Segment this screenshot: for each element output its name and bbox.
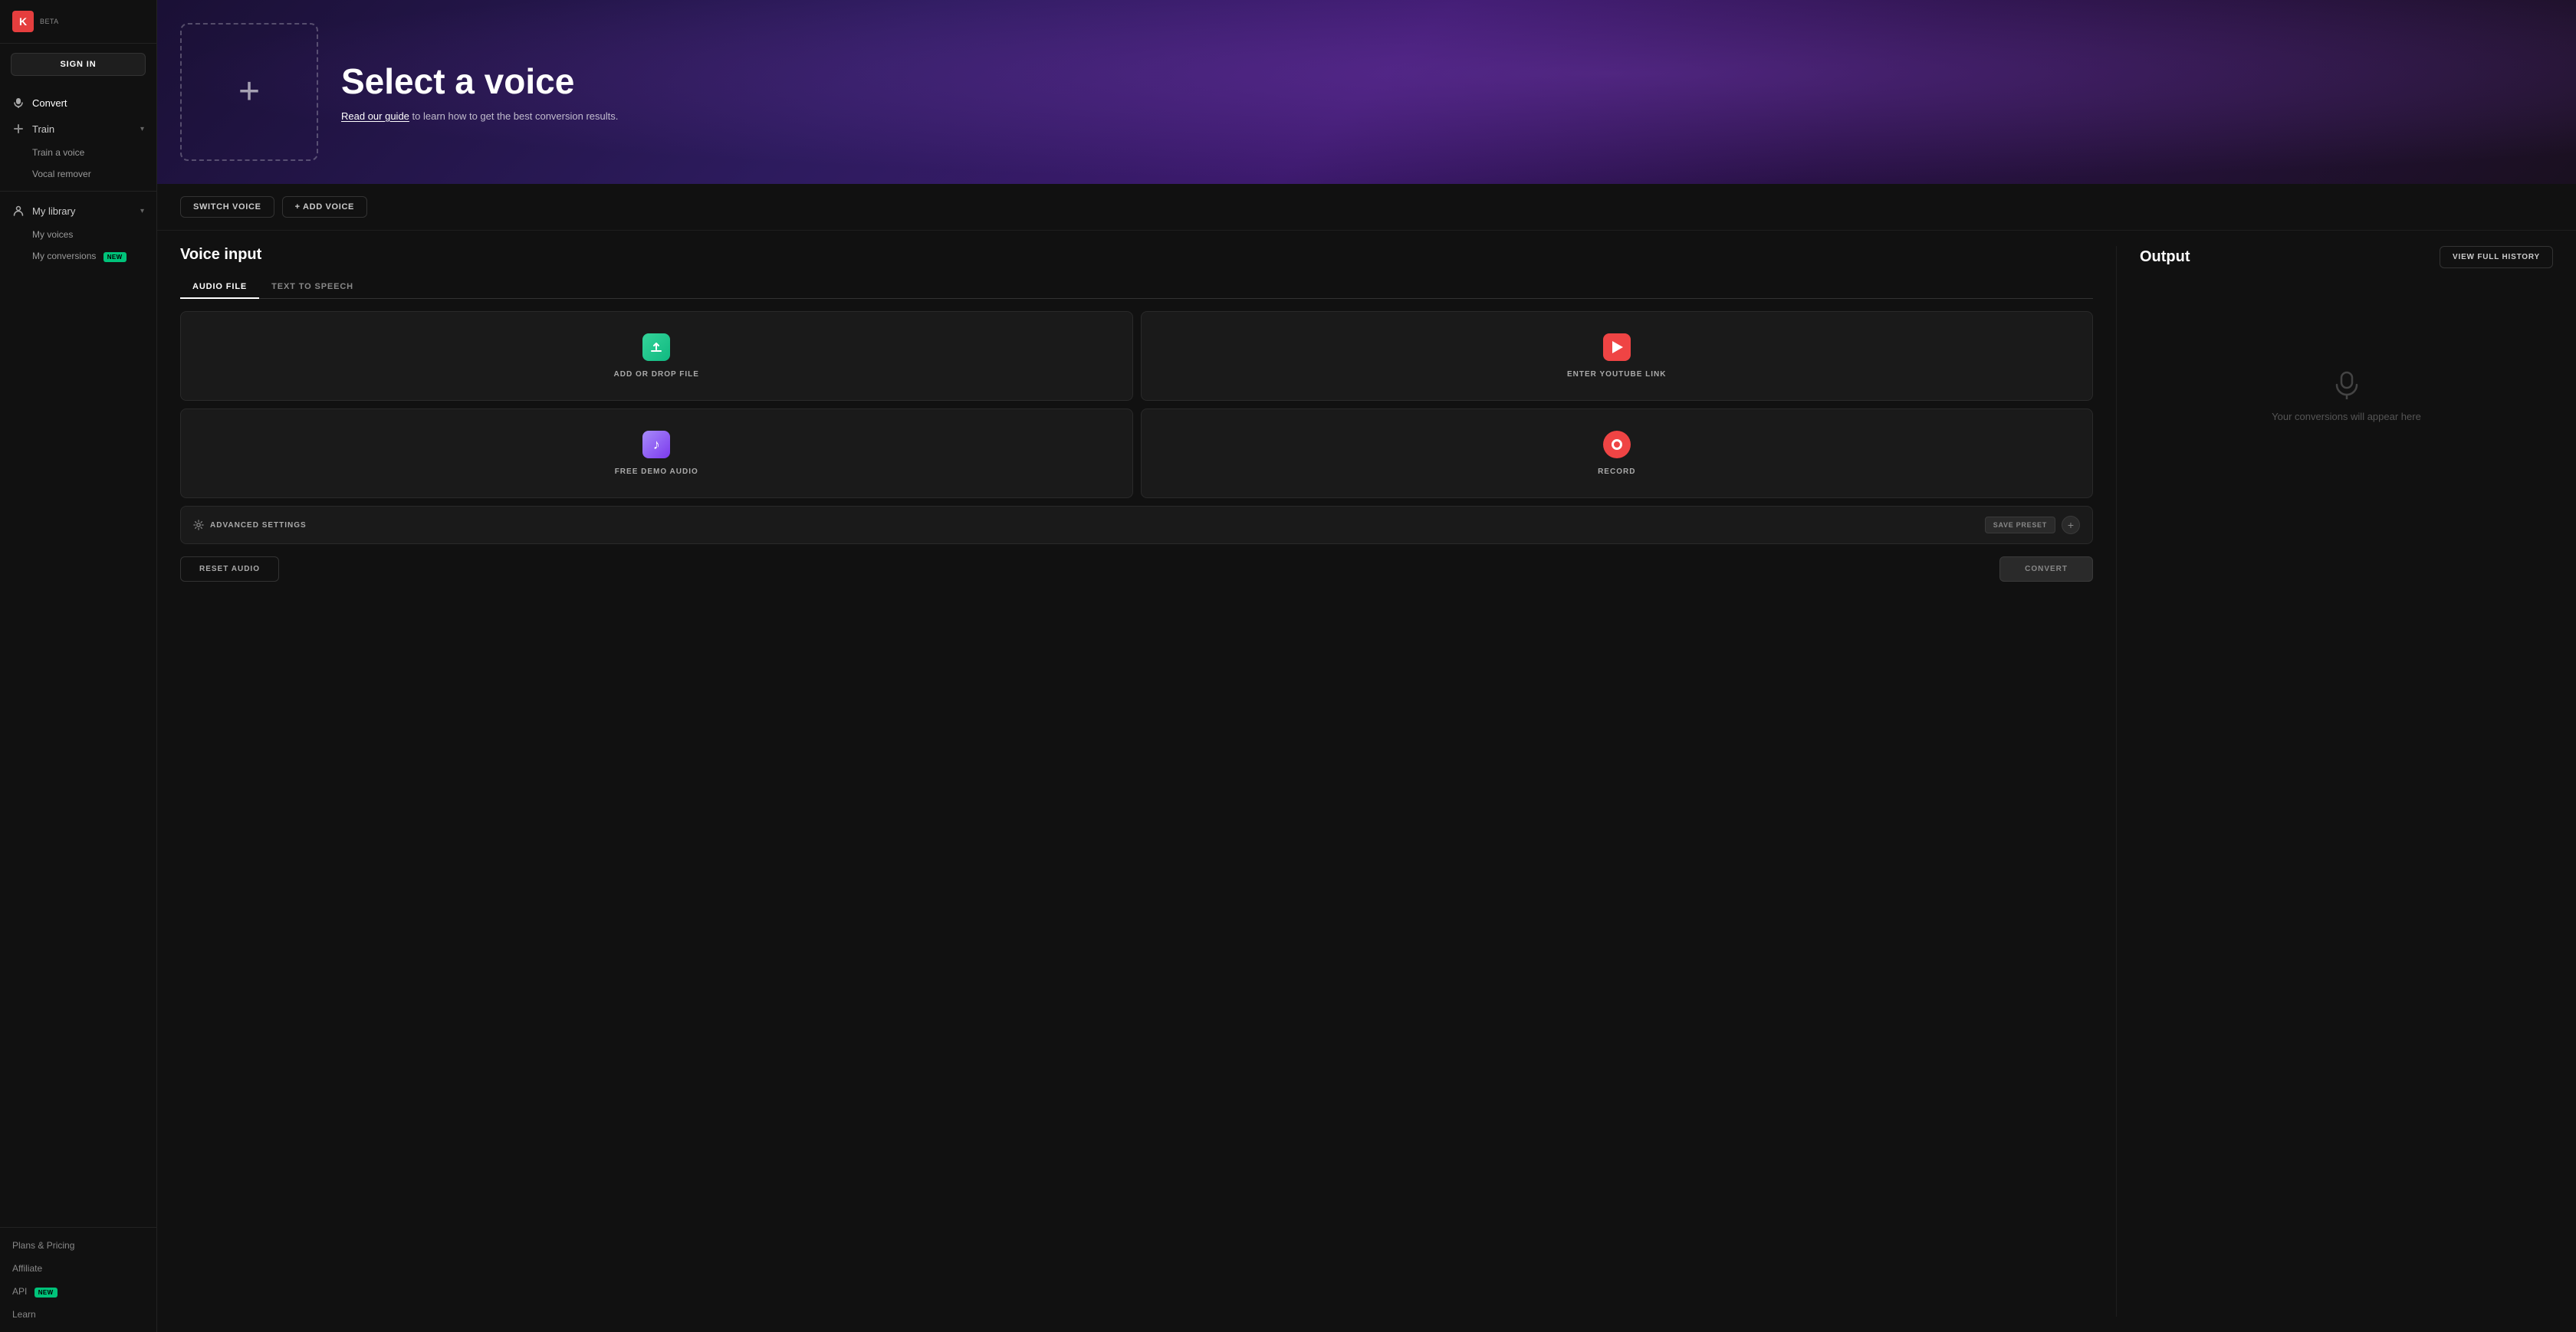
save-preset-button[interactable]: SAVE PRESET [1985, 517, 2055, 533]
advanced-settings-bar[interactable]: ADVANCED SETTINGS SAVE PRESET + [180, 506, 2093, 544]
record-dot-icon [1612, 439, 1622, 450]
logo-icon: K [12, 11, 34, 32]
input-option-upload[interactable]: ADD OR DROP FILE [180, 311, 1133, 401]
youtube-icon [1603, 333, 1631, 361]
hero-section: + Select a voice Read our guide to learn… [157, 0, 2576, 184]
input-option-demo[interactable]: ♪ FREE DEMO AUDIO [180, 408, 1133, 498]
input-options-grid: ADD OR DROP FILE ENTER YOUTUBE LINK ♪ FR… [180, 311, 2093, 498]
output-empty-text: Your conversions will appear here [2272, 411, 2421, 422]
action-buttons: RESET AUDIO CONVERT [180, 556, 2093, 582]
chevron-down-icon: ▾ [140, 125, 144, 133]
voice-add-icon: + [238, 74, 260, 110]
sidebar-subitem-train-voice[interactable]: Train a voice [0, 142, 156, 163]
gear-icon [193, 520, 204, 530]
voice-input-title: Voice input [180, 246, 2093, 264]
music-note-icon: ♪ [653, 437, 660, 453]
settings-left: ADVANCED SETTINGS [193, 520, 307, 530]
output-title: Output [2140, 248, 2190, 266]
hero-title: Select a voice [341, 62, 618, 101]
demo-icon: ♪ [642, 431, 670, 458]
add-voice-button[interactable]: + ADD VOICE [282, 196, 367, 218]
sidebar-subitem-my-conversions[interactable]: My conversions NEW [0, 245, 156, 267]
input-option-record[interactable]: RECORD [1141, 408, 2094, 498]
sign-in-button[interactable]: SIGN IN [11, 53, 146, 76]
sidebar-link-learn[interactable]: Learn [0, 1303, 156, 1326]
record-icon [1603, 431, 1631, 458]
bottom-divider [0, 1227, 156, 1228]
microphone-icon [12, 97, 25, 109]
sidebar-item-library-label: My library [32, 205, 133, 217]
youtube-label: ENTER YOUTUBE LINK [1567, 370, 1667, 379]
sidebar-item-my-library[interactable]: My library ▾ [0, 198, 156, 224]
convert-button[interactable]: CONVERT [1999, 556, 2093, 582]
switch-voice-button[interactable]: SWITCH VOICE [180, 196, 274, 218]
output-panel: Output VIEW FULL HISTORY Your conversion… [2116, 246, 2553, 1317]
sidebar-item-train[interactable]: Train ▾ [0, 116, 156, 142]
output-empty-state: Your conversions will appear here [2140, 281, 2553, 510]
sidebar-subitem-my-voices[interactable]: My voices [0, 224, 156, 245]
main-nav: Convert Train ▾ Train a voice Vocal remo… [0, 85, 156, 271]
hero-subtitle: Read our guide to learn how to get the b… [341, 110, 618, 122]
sidebar-bottom: Plans & Pricing Affiliate API NEW Learn [0, 1215, 156, 1332]
sidebar: K BETA SIGN IN Convert [0, 0, 157, 1332]
sidebar-item-convert-label: Convert [32, 97, 144, 109]
guide-link[interactable]: Read our guide [341, 110, 409, 122]
view-history-button[interactable]: VIEW FULL HISTORY [2440, 246, 2553, 268]
yt-play-icon [1612, 341, 1623, 353]
output-mic-icon [2331, 369, 2362, 400]
sidebar-link-api[interactable]: API NEW [0, 1280, 156, 1303]
add-preset-button[interactable]: + [2062, 516, 2080, 534]
sidebar-link-affiliate[interactable]: Affiliate [0, 1257, 156, 1280]
voice-select-box[interactable]: + [180, 23, 318, 161]
tab-audio-file[interactable]: AUDIO FILE [180, 276, 259, 299]
person-icon [12, 205, 25, 217]
reset-audio-button[interactable]: RESET AUDIO [180, 556, 279, 582]
new-badge-conversions: NEW [104, 252, 127, 262]
sidebar-header: K BETA [0, 0, 156, 44]
chevron-down-icon-library: ▾ [140, 207, 144, 215]
settings-right: SAVE PRESET + [1985, 516, 2080, 534]
main-content: + Select a voice Read our guide to learn… [157, 0, 2576, 1332]
plus-icon [12, 123, 25, 135]
upload-icon [642, 333, 670, 361]
sidebar-item-convert[interactable]: Convert [0, 90, 156, 116]
nav-divider [0, 191, 156, 192]
record-label: RECORD [1598, 468, 1635, 476]
demo-label: FREE DEMO AUDIO [615, 468, 698, 476]
new-badge-api: NEW [34, 1288, 58, 1298]
sidebar-link-plans[interactable]: Plans & Pricing [0, 1234, 156, 1257]
sidebar-item-train-label: Train [32, 123, 133, 135]
hero-text: Select a voice Read our guide to learn h… [341, 62, 618, 122]
upload-label: ADD OR DROP FILE [614, 370, 699, 379]
toolbar: SWITCH VOICE + ADD VOICE [157, 184, 2576, 231]
logo: K BETA [12, 11, 59, 32]
voice-input-panel: Voice input AUDIO FILE TEXT TO SPEECH [180, 246, 2116, 1317]
output-header: Output VIEW FULL HISTORY [2140, 246, 2553, 268]
tab-text-to-speech[interactable]: TEXT TO SPEECH [259, 276, 366, 299]
input-tab-bar: AUDIO FILE TEXT TO SPEECH [180, 276, 2093, 299]
beta-badge: BETA [40, 18, 59, 25]
content-area: Voice input AUDIO FILE TEXT TO SPEECH [157, 231, 2576, 1332]
sidebar-subitem-vocal-remover[interactable]: Vocal remover [0, 163, 156, 185]
input-option-youtube[interactable]: ENTER YOUTUBE LINK [1141, 311, 2094, 401]
